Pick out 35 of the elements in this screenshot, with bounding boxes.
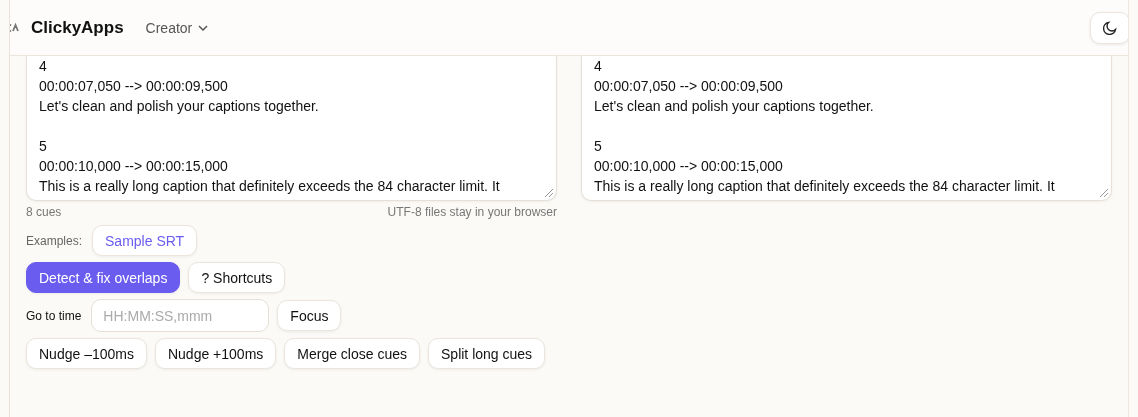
cue-timing: 00:00:07,050 --> 00:00:09,500 [39,77,229,96]
creator-menu[interactable]: Creator [145,19,209,36]
time-input-field[interactable]: HH:MM:SS,mmm [91,299,270,332]
srt-editor[interactable]: 4 00:00:07,050 --> 00:00:09,500 Let's clean and polish your captions together. 5 00:00:10,000 --> 00:00:15,000 This is a really long caption that definitely exceeds the 84 character limit. It [26,56,557,201]
cue-timing: 00:00:07,050 --> 00:00:09,500 [594,77,784,96]
focus-button[interactable]: Focus [277,300,342,331]
primary-button[interactable]: Detect & fix overlaps [26,262,181,293]
tool-button[interactable]: Split long cues [428,338,546,369]
resize-grip-icon[interactable] [1100,189,1108,197]
cue-number: 5 [594,137,603,156]
cue-number: 4 [594,57,603,76]
cue-text: Let's clean and polish your captions together. [39,97,320,116]
brand-name: ClickyApps [31,17,124,38]
tool-button[interactable]: Nudge +100ms [154,338,277,369]
chevron-icon [198,24,209,31]
goto-label: Go to time [26,308,82,323]
example-button[interactable]: Sample SRT [92,225,198,256]
tool-button[interactable]: Merge close cues [284,338,420,369]
cue-text: This is a really long caption that definitely exceeds the 84 character limit. It [594,177,1056,196]
cue-number: 5 [39,137,48,156]
srt-editor[interactable]: 4 00:00:07,050 --> 00:00:09,500 Let's clean and polish your captions together. 5 00:00:10,000 --> 00:00:15,000 This is a really long caption that definitely exceeds the 84 character limit. It [581,56,1112,201]
privacy-note: UTF-8 files stay in your browser [387,205,557,219]
cue-text: This is a really long caption that definitely exceeds the 84 character limit. It [39,177,501,196]
cue-number: 4 [39,57,48,76]
examples-label: Examples: [26,233,83,248]
logo-icon [10,22,19,33]
tool-button[interactable]: Nudge –100ms [26,338,147,369]
cue-timing: 00:00:10,000 --> 00:00:15,000 [39,157,229,176]
resize-grip-icon[interactable] [545,189,553,197]
cue-count: 8 cues [26,205,62,219]
moon-icon [1103,20,1117,35]
dark-mode-button[interactable] [1090,11,1128,44]
cue-text: Let's clean and polish your captions together. [594,97,875,116]
action-button[interactable]: ? Shortcuts [188,262,286,293]
cue-timing: 00:00:10,000 --> 00:00:15,000 [594,157,784,176]
